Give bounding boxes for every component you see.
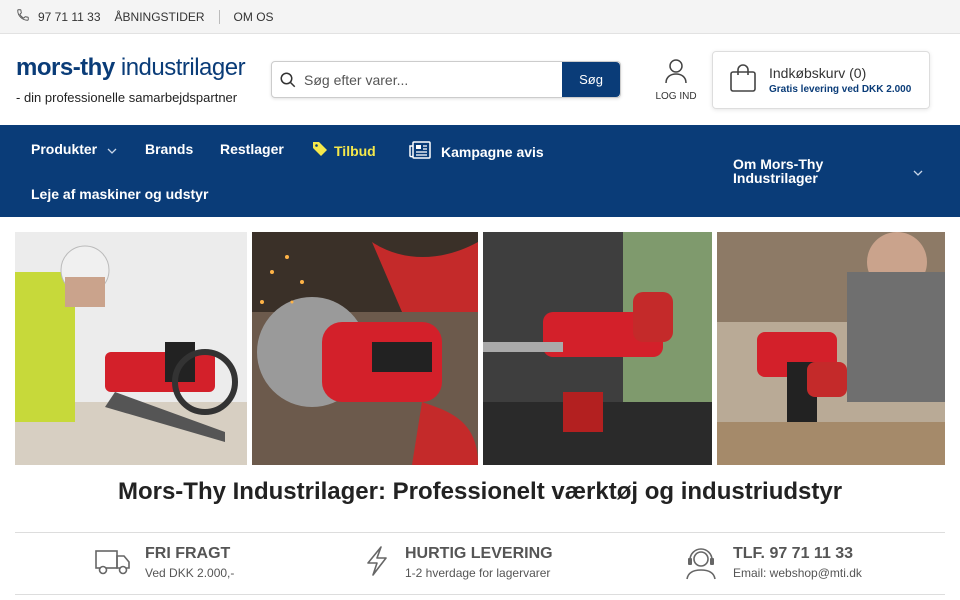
page-title: Mors-Thy Industrilager: Professionelt væ…	[117, 478, 843, 505]
nav-item-campaign[interactable]: Kampagne avis	[409, 141, 544, 162]
nav-about-line2: Industrilager	[733, 170, 818, 186]
logo-text-regular: industrilager	[114, 53, 246, 81]
phone-link[interactable]: 97 71 11 33	[16, 8, 115, 25]
cart-free-delivery-note: Gratis levering ved DKK 2.000	[769, 84, 912, 95]
nav-item-brands[interactable]: Brands	[145, 141, 193, 157]
search-icon	[272, 71, 304, 89]
usp-title: HURTIG LEVERING	[405, 545, 553, 562]
nav-item-about[interactable]: Om Mors-Thy Industrilager	[733, 157, 923, 185]
about-label: OM OS	[233, 9, 274, 24]
nav-offers-label: Tilbud	[334, 142, 376, 159]
search-button[interactable]: Søg	[562, 62, 620, 97]
main-nav: Produkter Brands Restlager Tilbud Kampag…	[0, 125, 960, 217]
nav-brands-label: Brands	[145, 141, 194, 157]
nav-item-products[interactable]: Produkter	[31, 141, 117, 157]
nav-products-label: Produkter	[31, 141, 98, 157]
search-bar: Søg efter varer... Søg	[271, 61, 621, 98]
search-input[interactable]: Søg efter varer...	[304, 72, 562, 88]
hero-photo-angle-grinder	[252, 232, 478, 465]
user-icon	[664, 58, 688, 87]
nav-restlager-label: Restlager	[220, 141, 284, 157]
nav-about-label: Om Mors-Thy Industrilager	[733, 157, 823, 185]
logo-tagline: - din professionelle samarbejdspartner	[16, 89, 238, 105]
nav-campaign-label: Kampagne avis	[441, 143, 544, 160]
nav-rental-label: Leje af maskiner og udstyr	[31, 186, 209, 202]
usp-title: FRI FRAGT	[145, 545, 231, 562]
usp-subtitle: Ved DKK 2.000,-	[145, 566, 235, 580]
newspaper-icon	[409, 141, 431, 162]
nav-item-restlager[interactable]: Restlager	[220, 141, 284, 157]
usp-phone: TLF. 97 71 11 33 Email: webshop@mti.dk	[683, 545, 862, 586]
nav-item-offers[interactable]: Tilbud	[312, 141, 376, 160]
shopping-bag-icon	[729, 63, 757, 98]
logo-text: mors-thy industrilager	[16, 54, 266, 82]
usp-title: TLF. 97 71 11 33	[733, 545, 854, 562]
usp-subtitle[interactable]: Email: webshop@mti.dk	[733, 566, 862, 580]
lightning-icon	[363, 545, 391, 582]
topbar-divider	[218, 9, 220, 24]
header: mors-thy industrilager - din professione…	[0, 34, 960, 124]
nav-item-rental[interactable]: Leje af maskiner og udstyr	[31, 186, 208, 202]
hero-photo-reciprocating-saw	[483, 232, 712, 465]
opening-hours-link[interactable]: ÅBNINGSTIDER	[115, 10, 219, 24]
usp-bar: FRI FRAGT Ved DKK 2.000,- HURTIG LEVERIN…	[15, 532, 945, 595]
top-bar: 97 71 11 33 ÅBNINGSTIDER OM OS	[0, 0, 960, 34]
login-button[interactable]: LOG IND	[652, 58, 700, 102]
usp-fast-delivery: HURTIG LEVERING 1-2 hverdage for lagerva…	[363, 545, 553, 582]
login-label: LOG IND	[655, 91, 697, 102]
hero-banner[interactable]	[15, 232, 945, 465]
truck-icon	[95, 545, 131, 582]
support-icon	[683, 545, 719, 586]
usp-subtitle: 1-2 hverdage for lagervarer	[405, 566, 551, 580]
phone-icon	[16, 8, 30, 25]
logo-text-bold: mors-thy	[16, 53, 115, 81]
site-logo[interactable]: mors-thy industrilager - din professione…	[16, 54, 266, 105]
about-link[interactable]: OM OS	[234, 10, 288, 24]
cart-button[interactable]: Indkøbskurv (0) Gratis levering ved DKK …	[712, 51, 930, 109]
hero-photo-drill	[717, 232, 945, 465]
hero-photo-miter-saw	[15, 232, 247, 465]
chevron-down-icon	[107, 141, 117, 157]
chevron-down-icon	[913, 163, 923, 179]
tag-icon	[312, 141, 328, 160]
opening-hours-label: ÅBNINGSTIDER	[114, 9, 205, 24]
cart-label: Indkøbskurv (0)	[769, 65, 867, 81]
phone-number: 97 71 11 33	[38, 9, 101, 24]
usp-free-shipping: FRI FRAGT Ved DKK 2.000,-	[95, 545, 234, 582]
